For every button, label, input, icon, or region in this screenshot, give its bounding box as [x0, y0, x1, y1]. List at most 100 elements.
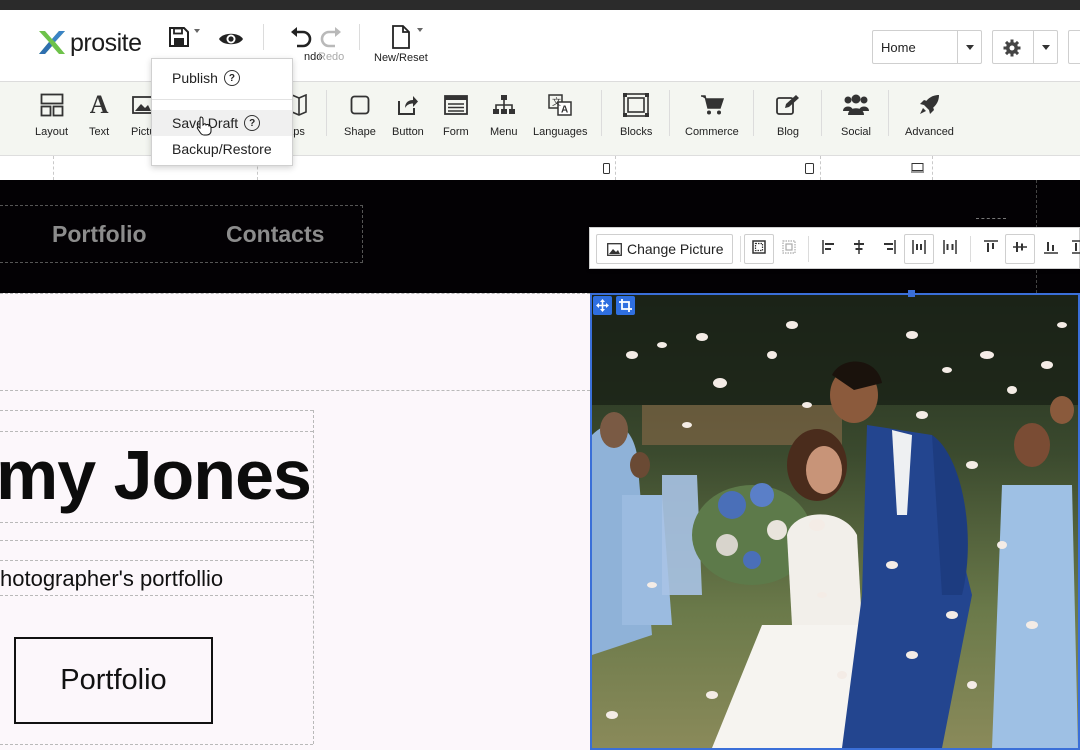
fit-contain-icon[interactable]	[782, 240, 796, 254]
prosite-logo[interactable]: prosite	[36, 28, 142, 58]
toolbar-separator	[970, 236, 971, 262]
chevron-down-icon	[957, 31, 981, 63]
blocks-icon	[623, 93, 650, 117]
hand-cursor-icon	[196, 116, 212, 136]
mobile-device-icon[interactable]	[603, 163, 610, 174]
nav-link-portfolio[interactable]: Portfolio	[52, 221, 147, 248]
portfolio-cta-button[interactable]: Portfolio	[14, 637, 213, 724]
gear-icon	[1003, 39, 1021, 57]
social-icon	[842, 94, 869, 115]
page-select[interactable]: Home	[872, 30, 982, 64]
hero-subtitle[interactable]: hotographer's portfollio	[0, 566, 223, 592]
widget-label: Shape	[344, 126, 376, 138]
align-top-icon[interactable]	[984, 240, 998, 254]
guide-line	[976, 218, 1006, 230]
blog-icon	[776, 95, 799, 115]
align-left-icon[interactable]	[822, 240, 836, 254]
widget-layout[interactable]: Layout	[35, 92, 68, 138]
change-picture-button[interactable]: Change Picture	[596, 234, 733, 264]
settings-button[interactable]	[992, 30, 1058, 64]
align-center-icon[interactable]	[852, 240, 866, 254]
widget-menu[interactable]: Menu	[490, 92, 518, 138]
widget-social[interactable]: Social	[841, 92, 871, 138]
move-handle-icon[interactable]	[593, 296, 612, 315]
toolbar-separator	[740, 236, 741, 262]
chevron-down-icon	[1033, 31, 1057, 63]
widget-label: Commerce	[685, 126, 739, 138]
widget-label: Blog	[776, 126, 800, 138]
widget-languages[interactable]: 文A Languages	[533, 92, 587, 138]
widget-label: Menu	[490, 126, 518, 138]
new-reset-caret-icon	[417, 28, 423, 32]
desktop-device-icon[interactable]	[911, 163, 924, 173]
menu-item-backup-restore[interactable]: Backup/Restore	[152, 136, 292, 162]
widget-blog[interactable]: Blog	[776, 92, 800, 138]
svg-text:文: 文	[552, 96, 561, 107]
toolbar-separator	[808, 236, 809, 262]
preview-button[interactable]	[218, 30, 244, 48]
redo-icon	[320, 27, 342, 48]
nav-link-contacts[interactable]: Contacts	[226, 221, 324, 248]
save-menu-button[interactable]	[168, 26, 190, 48]
prosite-logo-icon	[39, 31, 65, 54]
widget-label: Social	[841, 126, 871, 138]
hero-heading[interactable]: my Jones	[0, 435, 312, 515]
ruler-guide	[932, 156, 933, 180]
toolbar-separator	[359, 24, 360, 50]
toolbar-separator	[753, 90, 754, 136]
widget-label: Text	[89, 126, 110, 138]
hero-section: my Jones hotographer's portfollio Portfo…	[0, 293, 590, 750]
align-middle-icon	[1013, 242, 1027, 252]
menu-item-save-draft[interactable]: Save Draft ?	[152, 110, 292, 136]
page-select-value: Home	[881, 40, 916, 55]
redo-button[interactable]: Redo	[318, 26, 344, 63]
distribute-spread-icon[interactable]	[943, 240, 957, 254]
form-icon	[443, 95, 468, 115]
account-button[interactable]	[1068, 30, 1080, 64]
fit-cover-icon	[752, 240, 766, 254]
button-icon	[397, 96, 418, 115]
toolbar-separator	[669, 90, 670, 136]
hero-picture[interactable]	[590, 293, 1080, 750]
widget-advanced[interactable]: Advanced	[905, 92, 954, 138]
backup-restore-label: Backup/Restore	[172, 141, 272, 157]
undo-icon	[291, 27, 312, 48]
widget-label: Blocks	[620, 126, 653, 138]
widget-commerce[interactable]: Commerce	[685, 92, 739, 138]
crop-handle-icon[interactable]	[616, 296, 635, 315]
widget-form[interactable]: Form	[443, 92, 469, 138]
logo-wordmark: prosite	[70, 28, 142, 57]
widget-text[interactable]: A Text	[89, 90, 110, 138]
menu-item-publish[interactable]: Publish ?	[152, 65, 292, 91]
resize-handle[interactable]	[908, 290, 915, 297]
distribute-horizontal-icon	[912, 240, 926, 254]
guide-line	[0, 431, 313, 432]
cart-icon	[700, 95, 724, 115]
widget-label: Advanced	[905, 126, 954, 138]
ruler-guide	[820, 156, 821, 180]
align-right-icon[interactable]	[882, 240, 896, 254]
guide-line	[0, 744, 313, 745]
languages-icon: 文A	[548, 94, 572, 116]
align-bottom-icon[interactable]	[1044, 240, 1058, 254]
tablet-device-icon[interactable]	[805, 163, 814, 174]
widget-blocks[interactable]: Blocks	[620, 92, 652, 138]
help-icon[interactable]: ?	[244, 115, 261, 131]
widget-button[interactable]: Button	[392, 92, 424, 138]
guide-line	[313, 410, 314, 744]
browser-chrome-strip	[0, 0, 1080, 10]
distribute-vertical-icon[interactable]	[1072, 240, 1080, 254]
new-page-icon	[391, 25, 410, 49]
menu-divider	[152, 99, 292, 100]
guide-line	[0, 560, 313, 561]
widget-label: Layout	[35, 126, 69, 138]
redo-label: Redo	[318, 51, 345, 63]
picture-icon	[607, 242, 622, 256]
new-reset-label: New/Reset	[374, 52, 428, 64]
widget-shape[interactable]: Shape	[344, 92, 376, 138]
guide-line	[0, 522, 313, 523]
help-icon[interactable]: ?	[223, 70, 240, 86]
guide-line	[0, 410, 313, 411]
widget-label: Form	[443, 126, 469, 138]
guide-line	[0, 540, 313, 541]
